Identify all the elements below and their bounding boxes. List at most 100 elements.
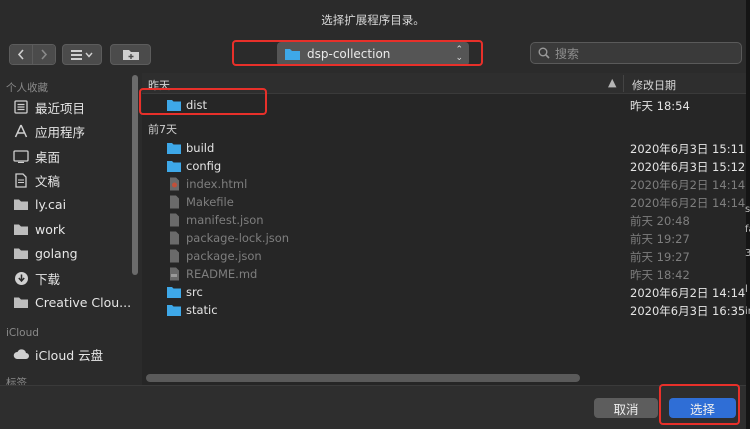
sidebar-item-label: 最近项目 <box>35 100 86 116</box>
file-row-dist[interactable]: dist 昨天 18:54 <box>142 96 746 114</box>
edge-fragment: s <box>745 204 750 215</box>
forward-button[interactable] <box>32 45 55 64</box>
document-icon <box>170 249 179 263</box>
bottom-bar: 取消 选择 <box>0 385 746 429</box>
column-header-date[interactable]: 修改日期 <box>632 77 676 93</box>
new-folder-icon <box>122 50 139 60</box>
file-name: index.html <box>186 177 248 191</box>
folder-icon <box>167 143 181 154</box>
chevron-left-icon <box>17 49 24 60</box>
sidebar-item-work[interactable]: work <box>12 218 65 240</box>
folder-icon <box>167 287 181 298</box>
sidebar-header-icloud: iCloud <box>6 327 39 339</box>
group-header-last-7-days: 前7天 <box>148 123 177 136</box>
document-icon <box>170 213 179 227</box>
document-icon <box>170 231 179 245</box>
file-date: 昨天 18:42 <box>630 268 690 282</box>
sidebar-header-favorites: 个人收藏 <box>6 82 48 94</box>
sidebar-item-label: 桌面 <box>35 149 61 165</box>
choose-button[interactable]: 选择 <box>669 398 736 418</box>
file-row-config[interactable]: config 2020年6月3日 15:12 <box>142 157 746 175</box>
file-name: package-lock.json <box>186 231 290 245</box>
edge-fragment: 3 <box>745 248 750 259</box>
location-label: dsp-collection <box>307 47 391 61</box>
sidebar-item-applications[interactable]: 应用程序 <box>12 120 85 142</box>
view-options-button[interactable] <box>62 44 102 65</box>
document-icon <box>170 195 179 209</box>
folder-icon <box>12 221 30 237</box>
sidebar-item-desktop[interactable]: 桌面 <box>12 145 60 167</box>
nav-buttons <box>9 44 56 65</box>
file-date: 前天 19:27 <box>630 232 690 246</box>
sidebar-item-label: 文稿 <box>35 173 61 189</box>
sidebar-header-tags: 标签 <box>6 377 27 385</box>
updown-chevron-icon: ⌃ ⌄ <box>455 45 463 63</box>
list-header: 昨天 ▲ 修改日期 <box>142 73 746 94</box>
file-row-readme-md[interactable]: README.md 昨天 18:42 <box>142 265 746 283</box>
edge-fragment: fa <box>745 224 750 235</box>
recents-icon <box>12 99 30 115</box>
file-name: build <box>186 141 215 155</box>
file-date: 2020年6月2日 14:14 <box>630 286 746 300</box>
file-row-index-html[interactable]: index.html 2020年6月2日 14:14 <box>142 175 746 193</box>
sidebar-scroll-thumb[interactable] <box>132 75 138 275</box>
sidebar-scrollbar[interactable] <box>130 73 140 385</box>
new-folder-button[interactable] <box>110 44 151 65</box>
edge-fragment: l <box>745 284 748 295</box>
sidebar-item-recents[interactable]: 最近项目 <box>12 96 85 118</box>
sidebar-item-documents[interactable]: 文稿 <box>12 169 60 191</box>
html-file-icon <box>170 177 179 191</box>
file-name: Makefile <box>186 195 234 209</box>
file-date: 前天 20:48 <box>630 214 690 228</box>
file-name: dist <box>186 98 207 112</box>
file-name: manifest.json <box>186 213 264 227</box>
folder-icon <box>167 305 181 316</box>
cloud-icon <box>12 346 30 362</box>
file-row-package-json[interactable]: package.json 前天 19:27 <box>142 247 746 265</box>
file-row-makefile[interactable]: Makefile 2020年6月2日 14:14 <box>142 193 746 211</box>
file-name: README.md <box>186 267 258 281</box>
sidebar-item-label: golang <box>35 245 78 261</box>
documents-icon <box>12 172 30 188</box>
folder-icon <box>12 196 30 212</box>
sidebar-item-creative-cloud[interactable]: Creative Clou... <box>12 291 131 313</box>
sidebar-item-label: ly.cai <box>35 196 67 212</box>
edge-fragment: in <box>745 306 750 317</box>
location-popup[interactable]: dsp-collection ⌃ ⌄ <box>277 42 469 66</box>
sidebar-item-label: iCloud 云盘 <box>35 347 104 363</box>
folder-icon <box>285 49 300 60</box>
file-row-src[interactable]: src 2020年6月2日 14:14 <box>142 283 746 301</box>
folder-icon <box>12 245 30 261</box>
cancel-button[interactable]: 取消 <box>594 398 658 418</box>
file-row-static[interactable]: static 2020年6月3日 16:35 <box>142 301 746 319</box>
sidebar-item-label: 应用程序 <box>35 124 86 140</box>
sidebar-item-ly-cai[interactable]: ly.cai <box>12 193 66 215</box>
file-date: 昨天 18:54 <box>630 99 690 113</box>
sidebar-item-downloads[interactable]: 下载 <box>12 267 60 289</box>
horizontal-scrollbar[interactable] <box>146 374 580 382</box>
file-name: config <box>186 159 222 173</box>
file-name: package.json <box>186 249 262 263</box>
sidebar-item-label: Creative Clou... <box>35 294 132 310</box>
search-placeholder: 搜索 <box>555 46 580 61</box>
file-chooser-dialog: 选择扩展程序目录。 dsp-collection ⌃ ⌄ 搜索 个人收藏 最近项… <box>0 0 746 429</box>
column-header-name[interactable]: 昨天 <box>148 77 170 93</box>
desktop-icon <box>12 148 30 164</box>
folder-icon <box>12 294 30 310</box>
back-button[interactable] <box>10 45 32 64</box>
file-name: static <box>186 303 218 317</box>
file-row-manifest-json[interactable]: manifest.json 前天 20:48 <box>142 211 746 229</box>
sidebar-item-label: work <box>35 221 66 237</box>
list-view-icon <box>71 49 93 60</box>
sidebar-item-label: 下载 <box>35 271 61 287</box>
file-date: 2020年6月3日 16:35 <box>630 304 746 318</box>
file-row-package-lock-json[interactable]: package-lock.json 前天 19:27 <box>142 229 746 247</box>
file-list: 昨天 ▲ 修改日期 dist 昨天 18:54 前7天 build 2020年6… <box>142 73 746 385</box>
search-field[interactable]: 搜索 <box>530 42 742 64</box>
file-row-build[interactable]: build 2020年6月3日 15:11 <box>142 139 746 157</box>
file-date: 2020年6月3日 15:11 <box>630 142 746 156</box>
column-divider[interactable] <box>623 75 624 92</box>
folder-icon <box>167 100 181 111</box>
sidebar-item-golang[interactable]: golang <box>12 242 78 264</box>
sidebar-item-icloud-drive[interactable]: iCloud 云盘 <box>12 343 103 365</box>
